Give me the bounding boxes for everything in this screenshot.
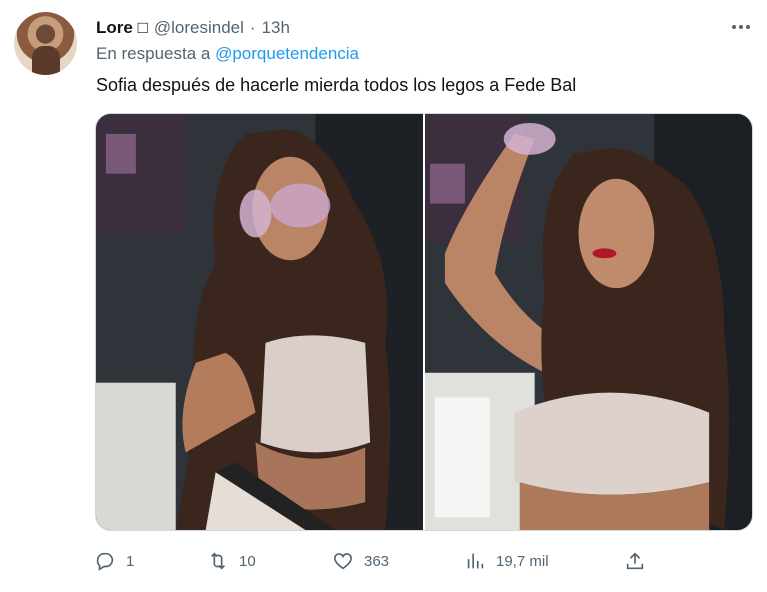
timestamp[interactable]: 13h xyxy=(262,18,290,38)
like-count: 363 xyxy=(364,552,390,570)
author-handle[interactable]: @loresindel xyxy=(154,18,244,38)
like-button[interactable]: 363 xyxy=(332,546,389,576)
tweet-media[interactable] xyxy=(95,113,753,531)
reply-to-link[interactable]: @porquetendencia xyxy=(215,44,359,63)
photo-left[interactable] xyxy=(96,114,423,530)
retweet-button[interactable]: 10 xyxy=(207,546,256,576)
reply-button[interactable]: 1 xyxy=(94,546,134,576)
photo-right[interactable] xyxy=(425,114,752,530)
heart-icon xyxy=(333,553,353,570)
retweet-icon xyxy=(210,552,226,570)
share-button[interactable] xyxy=(624,546,646,576)
more-options-icon[interactable] xyxy=(728,16,754,38)
reply-context: En respuesta a @porquetendencia xyxy=(96,44,359,64)
separator-dot: · xyxy=(249,18,256,37)
tweet-header: Lore □ @loresindel · 13h xyxy=(96,16,290,40)
analytics-icon xyxy=(467,553,484,569)
author-name[interactable]: Lore □ xyxy=(96,18,148,38)
reply-prefix: En respuesta a xyxy=(96,44,211,63)
retweet-count: 10 xyxy=(239,552,256,570)
author-name-emoji: □ xyxy=(137,18,148,37)
avatar[interactable] xyxy=(14,12,77,75)
views-button[interactable]: 19,7 mil xyxy=(464,546,549,576)
reply-icon xyxy=(96,552,114,571)
tweet-actions: 1 10 363 19,7 mil xyxy=(94,546,654,576)
tweet[interactable]: Lore □ @loresindel · 13h En respuesta a … xyxy=(0,0,767,592)
views-count: 19,7 mil xyxy=(496,552,549,570)
share-icon xyxy=(626,552,644,570)
reply-count: 1 xyxy=(126,552,135,570)
tweet-text: Sofia después de hacerle mierda todos lo… xyxy=(96,75,577,95)
